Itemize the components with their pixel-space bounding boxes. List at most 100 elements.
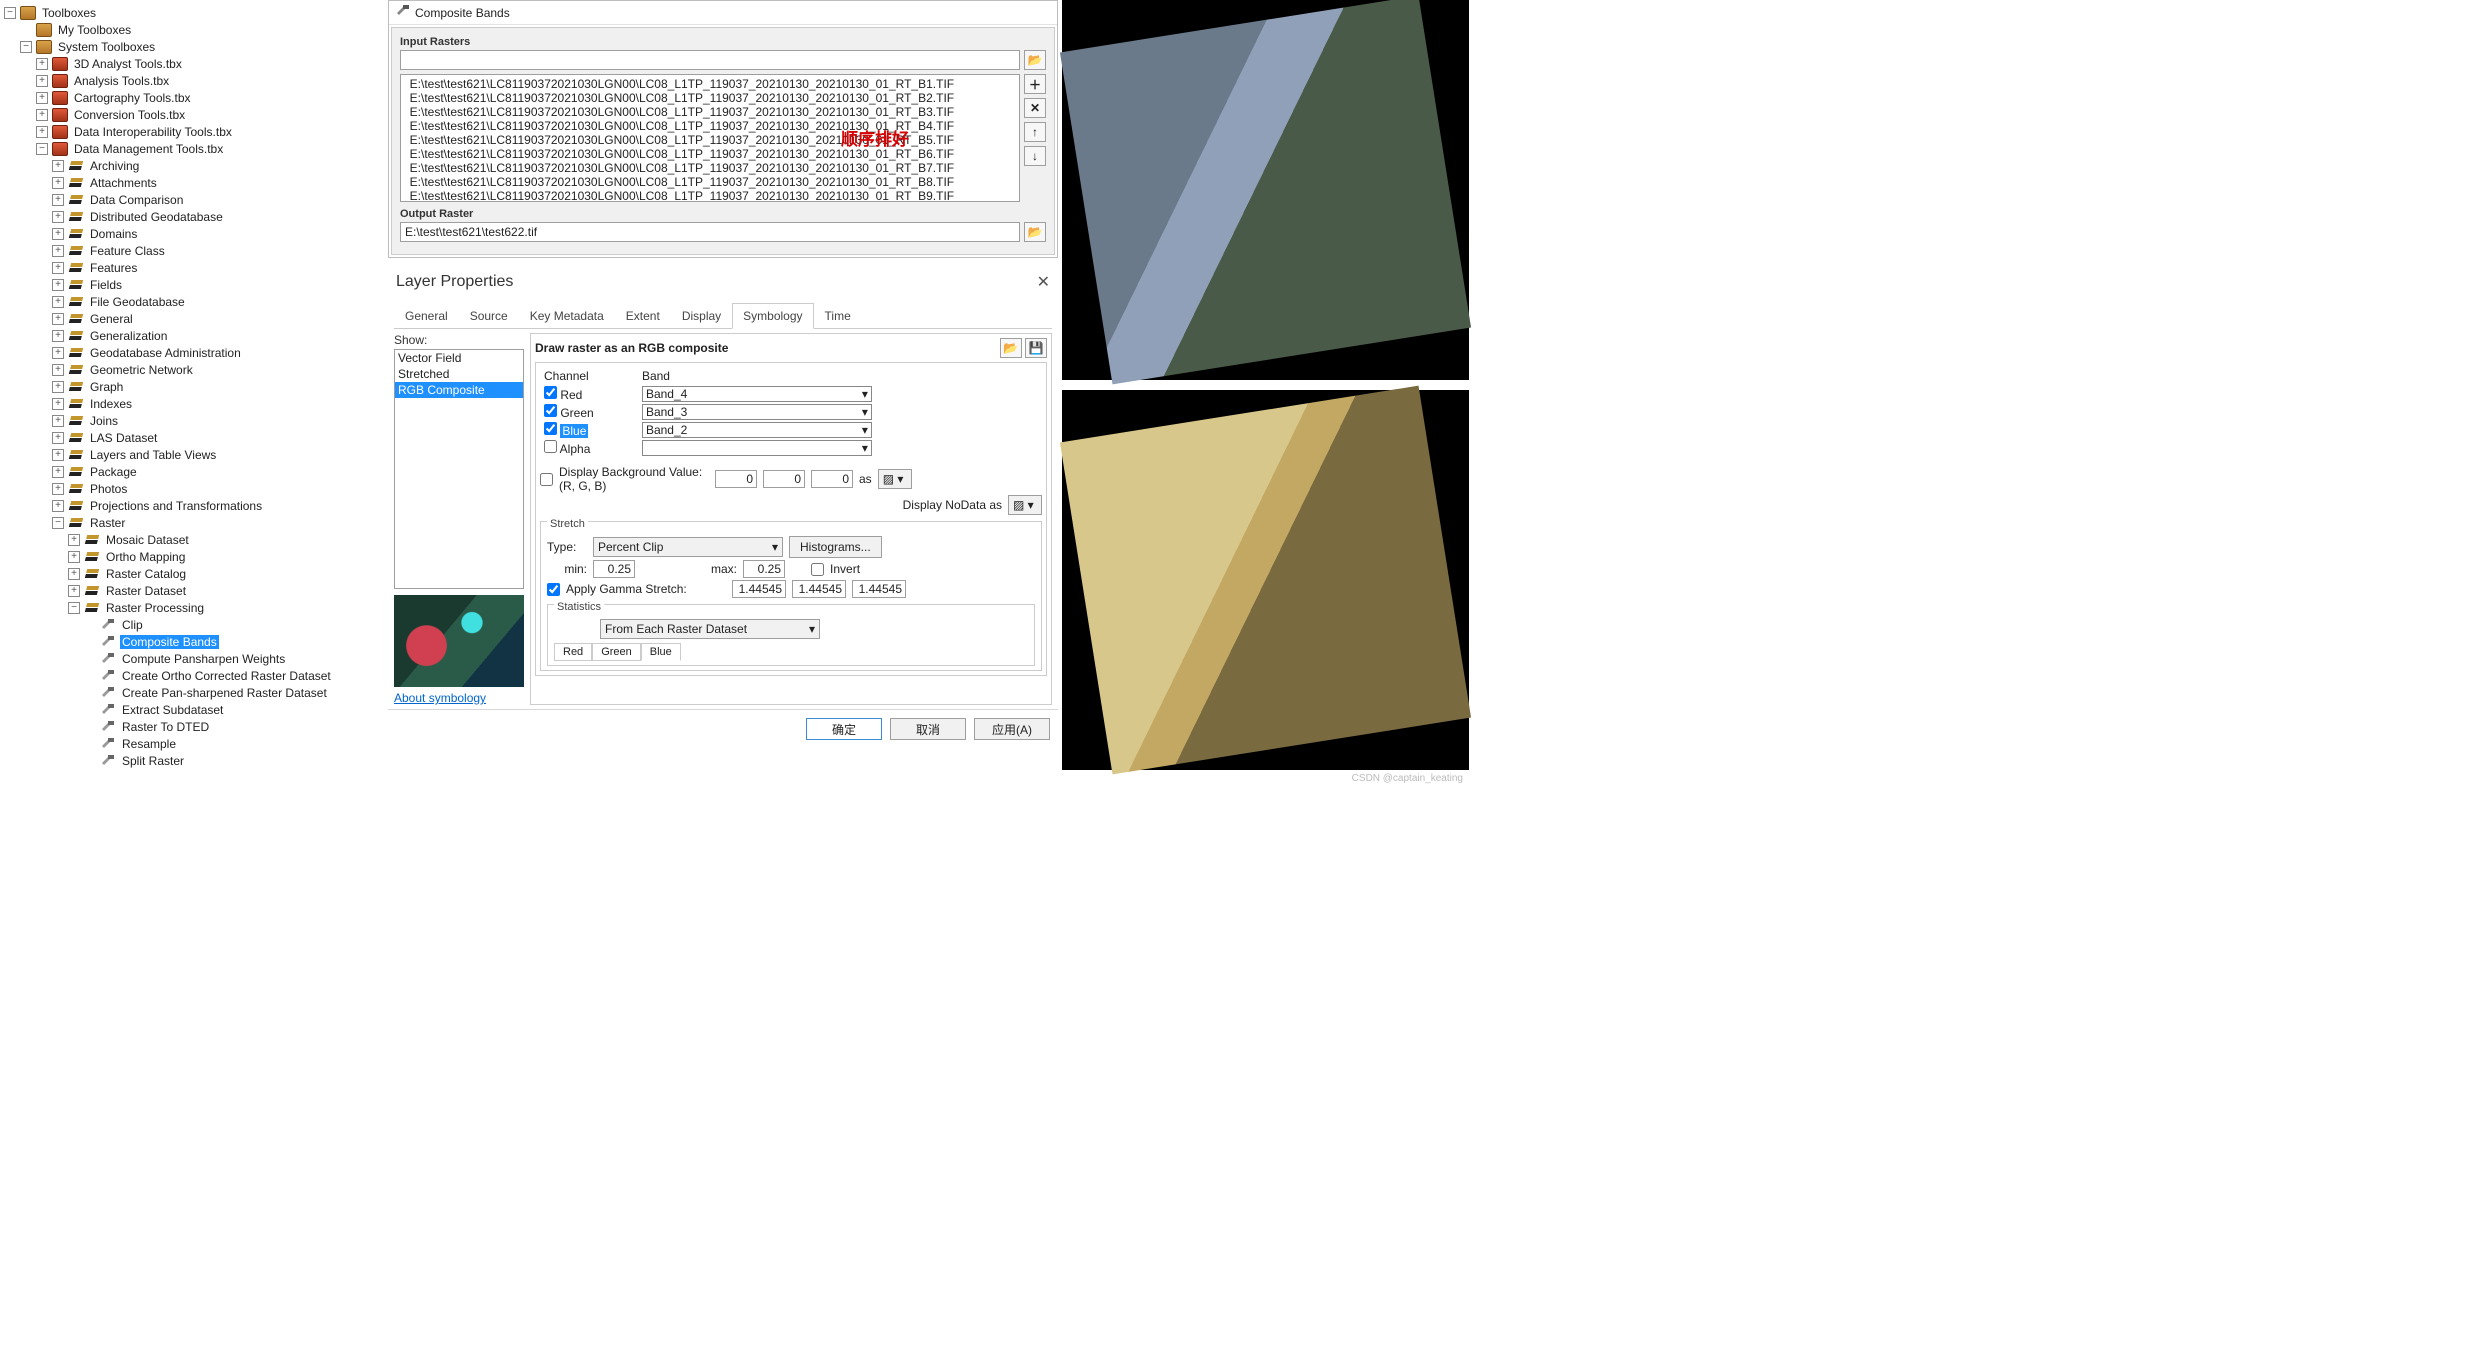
- expand-icon[interactable]: +: [52, 432, 64, 444]
- tree-item[interactable]: Composite Bands: [4, 633, 388, 650]
- expand-icon[interactable]: −: [20, 41, 32, 53]
- raster-list-item[interactable]: E:\test\test621\LC81190372021030LGN00\LC…: [403, 77, 1017, 91]
- nodata-color-combo[interactable]: ▨ ▾: [1008, 495, 1042, 515]
- expand-icon[interactable]: +: [52, 194, 64, 206]
- stat-tab-blue[interactable]: Blue: [641, 643, 681, 661]
- tree-item[interactable]: +Joins: [4, 412, 388, 429]
- expand-icon[interactable]: −: [68, 602, 80, 614]
- tree-item[interactable]: Raster To DTED: [4, 718, 388, 735]
- raster-list-item[interactable]: E:\test\test621\LC81190372021030LGN00\LC…: [403, 119, 1017, 133]
- expand-icon[interactable]: [84, 755, 96, 767]
- expand-icon[interactable]: +: [68, 551, 80, 563]
- channel-checkbox[interactable]: [544, 404, 557, 417]
- expand-icon[interactable]: −: [4, 7, 16, 19]
- expand-icon[interactable]: −: [36, 143, 48, 155]
- browse-input-button[interactable]: 📂: [1024, 50, 1046, 70]
- expand-icon[interactable]: +: [52, 177, 64, 189]
- tab-extent[interactable]: Extent: [615, 303, 671, 329]
- bg-b-input[interactable]: [811, 470, 853, 488]
- channel-checkbox[interactable]: [544, 386, 557, 399]
- tree-item[interactable]: +Data Interoperability Tools.tbx: [4, 123, 388, 140]
- tree-item[interactable]: Clip: [4, 616, 388, 633]
- open-button[interactable]: 📂: [1000, 338, 1022, 358]
- min-input[interactable]: [593, 560, 635, 578]
- expand-icon[interactable]: [84, 721, 96, 733]
- tree-item[interactable]: +Feature Class: [4, 242, 388, 259]
- close-button[interactable]: ✕: [1037, 272, 1050, 292]
- expand-icon[interactable]: +: [52, 364, 64, 376]
- expand-icon[interactable]: +: [52, 313, 64, 325]
- bg-r-input[interactable]: [715, 470, 757, 488]
- show-option[interactable]: Vector Field: [395, 350, 523, 366]
- tree-item[interactable]: +Archiving: [4, 157, 388, 174]
- output-raster-path[interactable]: [400, 222, 1020, 242]
- tab-display[interactable]: Display: [671, 303, 732, 329]
- tree-item[interactable]: +Analysis Tools.tbx: [4, 72, 388, 89]
- tree-item[interactable]: −Raster: [4, 514, 388, 531]
- tree-item[interactable]: +Geodatabase Administration: [4, 344, 388, 361]
- channel-checkbox[interactable]: [544, 440, 557, 453]
- expand-icon[interactable]: +: [52, 262, 64, 274]
- tree-item[interactable]: Resample: [4, 735, 388, 752]
- tab-key-metadata[interactable]: Key Metadata: [519, 303, 615, 329]
- histograms-button[interactable]: Histograms...: [789, 536, 882, 558]
- bg-color-combo[interactable]: ▨ ▾: [878, 469, 912, 489]
- gamma2-input[interactable]: [792, 580, 846, 598]
- expand-icon[interactable]: [84, 636, 96, 648]
- show-option[interactable]: RGB Composite: [395, 382, 523, 398]
- expand-icon[interactable]: +: [52, 347, 64, 359]
- invert-checkbox[interactable]: [811, 563, 824, 576]
- expand-icon[interactable]: +: [52, 160, 64, 172]
- tree-item[interactable]: +Package: [4, 463, 388, 480]
- show-list[interactable]: Vector FieldStretchedRGB Composite: [394, 349, 524, 589]
- expand-icon[interactable]: +: [52, 296, 64, 308]
- expand-icon[interactable]: +: [52, 500, 64, 512]
- gamma3-input[interactable]: [852, 580, 906, 598]
- tree-item[interactable]: +Domains: [4, 225, 388, 242]
- expand-icon[interactable]: +: [52, 466, 64, 478]
- expand-icon[interactable]: [84, 704, 96, 716]
- raster-list[interactable]: 顺序排好 E:\test\test621\LC81190372021030LGN…: [400, 74, 1020, 202]
- raster-list-item[interactable]: E:\test\test621\LC81190372021030LGN00\LC…: [403, 189, 1017, 202]
- expand-icon[interactable]: +: [52, 398, 64, 410]
- tree-item[interactable]: My Toolboxes: [4, 21, 388, 38]
- expand-icon[interactable]: +: [68, 568, 80, 580]
- tree-item[interactable]: +Mosaic Dataset: [4, 531, 388, 548]
- expand-icon[interactable]: +: [36, 126, 48, 138]
- move-down-button[interactable]: ↓: [1024, 146, 1046, 166]
- tree-item[interactable]: +Ortho Mapping: [4, 548, 388, 565]
- raster-list-item[interactable]: E:\test\test621\LC81190372021030LGN00\LC…: [403, 91, 1017, 105]
- tree-item[interactable]: −Raster Processing: [4, 599, 388, 616]
- tree-item[interactable]: Create Pan-sharpened Raster Dataset: [4, 684, 388, 701]
- tree-item[interactable]: −Toolboxes: [4, 4, 388, 21]
- tree-item[interactable]: +Fields: [4, 276, 388, 293]
- max-input[interactable]: [743, 560, 785, 578]
- save-button[interactable]: 💾: [1025, 338, 1047, 358]
- tree-item[interactable]: +Attachments: [4, 174, 388, 191]
- expand-icon[interactable]: +: [52, 330, 64, 342]
- expand-icon[interactable]: [84, 687, 96, 699]
- tab-symbology[interactable]: Symbology: [732, 303, 813, 329]
- stat-tab-green[interactable]: Green: [592, 643, 641, 661]
- tab-time[interactable]: Time: [814, 303, 862, 329]
- expand-icon[interactable]: −: [52, 517, 64, 529]
- expand-icon[interactable]: +: [52, 381, 64, 393]
- raster-list-item[interactable]: E:\test\test621\LC81190372021030LGN00\LC…: [403, 147, 1017, 161]
- tree-item[interactable]: Extract Subdataset: [4, 701, 388, 718]
- browse-output-button[interactable]: 📂: [1024, 222, 1046, 242]
- remove-button[interactable]: ✕: [1024, 98, 1046, 118]
- tree-item[interactable]: −Data Management Tools.tbx: [4, 140, 388, 157]
- expand-icon[interactable]: +: [36, 75, 48, 87]
- expand-icon[interactable]: +: [52, 449, 64, 461]
- tree-item[interactable]: +General: [4, 310, 388, 327]
- tab-general[interactable]: General: [394, 303, 459, 329]
- display-bg-checkbox[interactable]: [540, 473, 553, 486]
- expand-icon[interactable]: +: [36, 109, 48, 121]
- move-up-button[interactable]: ↑: [1024, 122, 1046, 142]
- tree-item[interactable]: −System Toolboxes: [4, 38, 388, 55]
- stat-tab-red[interactable]: Red: [554, 643, 592, 661]
- tree-item[interactable]: +Features: [4, 259, 388, 276]
- raster-list-item[interactable]: E:\test\test621\LC81190372021030LGN00\LC…: [403, 175, 1017, 189]
- expand-icon[interactable]: [84, 653, 96, 665]
- expand-icon[interactable]: +: [52, 245, 64, 257]
